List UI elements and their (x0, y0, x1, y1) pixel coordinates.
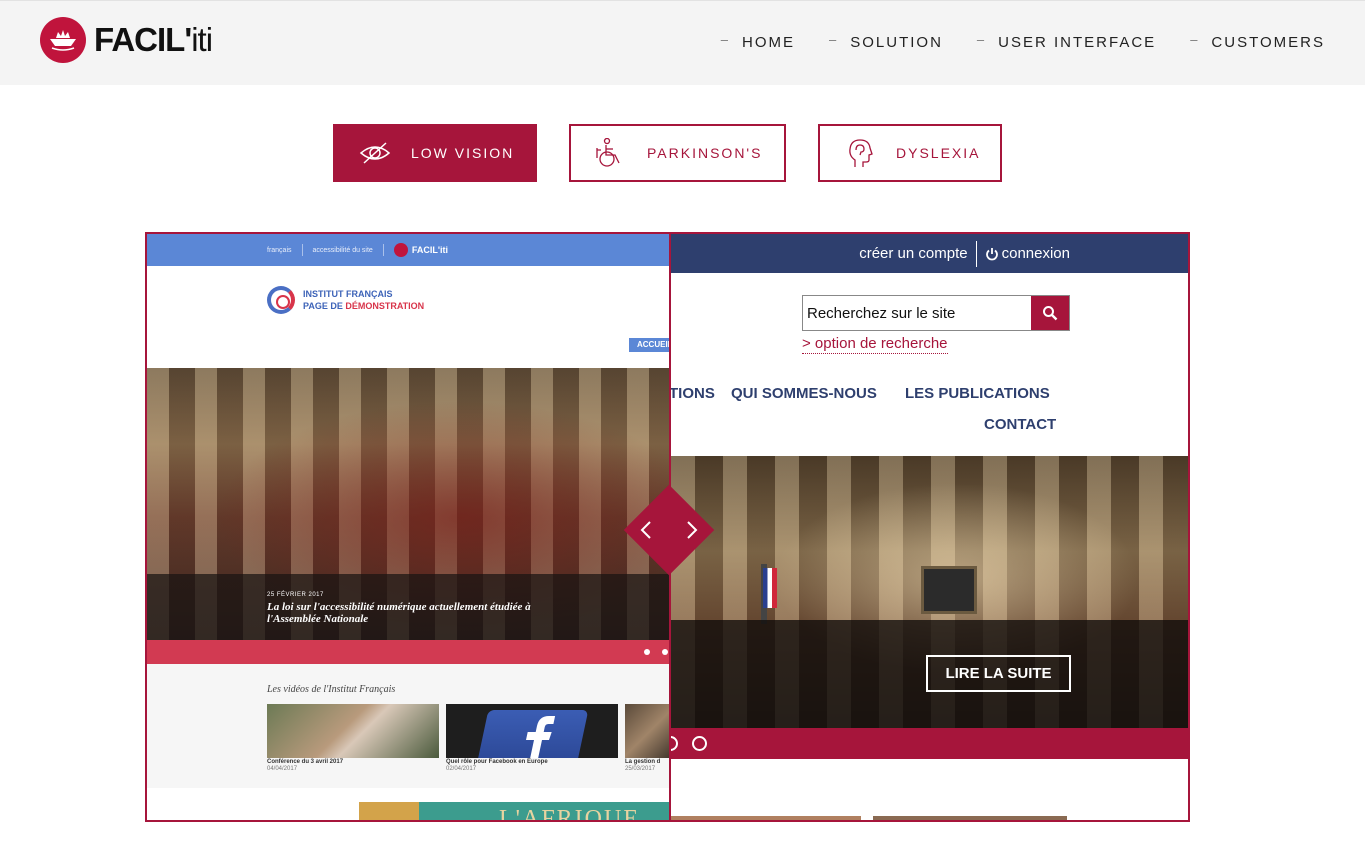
topbar-separator (382, 244, 384, 256)
comparison-slider-handle[interactable] (623, 484, 715, 576)
video-thumbnail[interactable] (625, 704, 669, 758)
login-link[interactable]: connexion (1002, 245, 1070, 262)
nav-dash: – (976, 32, 987, 47)
search-icon (1042, 305, 1058, 321)
video-thumbnail[interactable] (267, 704, 439, 758)
main-navigation: – HOME – SOLUTION – USER INTERFACE – CUSTOME… (687, 32, 1325, 51)
mini-logo-icon (393, 243, 408, 257)
eye-slash-icon (359, 137, 391, 169)
menu-item-publications[interactable]: LES PUBLICATIONS (905, 385, 1050, 402)
afrique-banner[interactable]: L'AFRIQUE (359, 802, 669, 820)
video-caption-date: 25/03/2017 (625, 766, 656, 772)
accueil-menu-item[interactable]: ACCUEIL (629, 338, 669, 352)
tribune-screen (921, 566, 977, 614)
institut-francais-logo[interactable]: INSTITUT FRANÇAIS PAGE DE DÉMONSTRATION (267, 286, 424, 314)
hero-date: 25 FÉVRIER 2017 (267, 592, 324, 598)
brand-line-1: INSTITUT FRANÇAIS (303, 289, 393, 299)
nav-dash: – (829, 32, 839, 47)
search-button[interactable] (1031, 296, 1069, 330)
chevron-left-icon (634, 518, 658, 542)
facebook-logo-icon (475, 710, 589, 758)
nav-dash: – (1190, 32, 1200, 47)
original-hero-caption: 25 FÉVRIER 2017 La loi sur l'accessibili… (147, 574, 669, 640)
mini-facil-iti-logo[interactable]: FACIL'iti (393, 243, 458, 257)
institut-ring-icon (267, 286, 295, 314)
brand-line-2: PAGE DE DÉMONSTRATION (303, 300, 424, 312)
carousel-dot[interactable] (692, 736, 707, 751)
facil-iti-logo[interactable]: FACIL'iti (40, 17, 213, 63)
original-site-topbar: français accessibilité du site FACIL'iti (147, 234, 669, 266)
site-header: FACIL'iti – HOME – SOLUTION – USER INTERFAC… (0, 0, 1365, 85)
video-caption-date: 04/04/2017 (267, 766, 298, 772)
videos-section: Les vidéos de l'Institut Français Confér… (147, 664, 669, 788)
nav-user-interface-label: USER INTERFACE (998, 34, 1157, 51)
video-caption-title: Quel rôle pour Facebook en Europe (446, 759, 548, 765)
nav-user-interface[interactable]: – USER INTERFACE (976, 32, 1157, 51)
banner-decoration (359, 802, 419, 820)
hero-title[interactable]: La loi sur l'accessibilité numérique act… (267, 601, 669, 625)
low-vision-label: LOW VISION (411, 145, 515, 161)
brand-line-2-prefix: PAGE DE (303, 301, 346, 311)
video-caption-date: 02/04/2017 (446, 766, 477, 772)
french-flag-icon (763, 568, 777, 608)
site-search-box: Recherchez sur le site (802, 295, 1070, 331)
crown-boat-icon (40, 17, 86, 63)
brand-line-2-highlight: DÉMONSTRATION (345, 301, 425, 311)
search-options-link[interactable]: > option de recherche (802, 335, 948, 354)
carousel-dot[interactable] (662, 649, 668, 655)
topbar-separator (975, 240, 977, 267)
power-icon (985, 247, 999, 261)
menu-item-actions[interactable]: TIONS (671, 385, 715, 402)
parkinson-mode-button[interactable]: PARKINSON'S (569, 124, 786, 182)
institut-brand-text: INSTITUT FRANÇAIS PAGE DE DÉMONSTRATION (303, 288, 424, 312)
wheelchair-icon (595, 137, 627, 169)
accessibility-link[interactable]: accessibilité du site (313, 247, 373, 254)
read-more-button[interactable]: LIRE LA SUITE (926, 655, 1071, 692)
video-caption: La gestion d 25/03/2017 (625, 759, 660, 773)
parkinson-label: PARKINSON'S (647, 145, 763, 161)
head-profile-icon (844, 137, 876, 169)
dyslexia-mode-button[interactable]: DYSLEXIA (818, 124, 1002, 182)
menu-item-contact[interactable]: CONTACT (984, 416, 1056, 433)
carousel-dot[interactable] (644, 649, 650, 655)
nav-home-label: HOME (742, 34, 795, 51)
nav-solution-label: SOLUTION (850, 34, 943, 51)
nav-solution[interactable]: – SOLUTION (829, 32, 943, 51)
dyslexia-label: DYSLEXIA (896, 145, 981, 161)
videos-title: Les vidéos de l'Institut Français (267, 684, 396, 695)
original-carousel-bar (147, 640, 669, 664)
nav-home[interactable]: – HOME (720, 32, 795, 51)
topbar-separator (301, 244, 303, 256)
chevron-right-icon (680, 518, 704, 542)
video-caption-title: La gestion d (625, 759, 661, 765)
banner-text: L'AFRIQUE (499, 806, 640, 820)
original-site-preview: français accessibilité du site FACIL'iti… (147, 234, 669, 820)
hero-title-line-2: l'Assemblée Nationale (267, 613, 369, 625)
nav-dash: – (720, 32, 730, 47)
menu-item-about[interactable]: QUI SOMMES-NOUS (731, 385, 877, 402)
mini-logo-text: FACIL'iti (411, 245, 448, 255)
nav-customers-label: CUSTOMERS (1211, 34, 1325, 51)
low-vision-mode-button[interactable]: LOW VISION (333, 124, 537, 182)
adapted-thumbnails-strip (671, 816, 1188, 820)
carousel-dot[interactable] (671, 736, 678, 751)
video-caption: Quel rôle pour Facebook en Europe 02/04/2… (446, 759, 548, 773)
create-account-link[interactable]: créer un compte (859, 245, 967, 262)
adapted-hero-image: LIRE LA SUITE (671, 456, 1188, 728)
hero-title-line-1: La loi sur l'accessibilité numérique act… (267, 601, 531, 613)
video-caption-title: Conférence du 3 avril 2017 (267, 759, 344, 765)
language-link[interactable]: français (267, 247, 292, 254)
adapted-site-topbar: créer un compte connexion (671, 234, 1188, 273)
search-input[interactable]: Recherchez sur le site (803, 296, 1031, 330)
video-caption: Conférence du 3 avril 2017 04/04/2017 (267, 759, 343, 773)
adapted-carousel-bar (671, 728, 1188, 759)
logo-wordmark: FACIL'iti (94, 21, 213, 58)
nav-customers[interactable]: – CUSTOMERS (1190, 32, 1325, 51)
adapted-site-preview: créer un compte connexion Recherchez sur… (669, 234, 1188, 820)
original-hero-image: 25 FÉVRIER 2017 La loi sur l'accessibili… (147, 368, 669, 640)
video-thumbnail[interactable] (446, 704, 618, 758)
